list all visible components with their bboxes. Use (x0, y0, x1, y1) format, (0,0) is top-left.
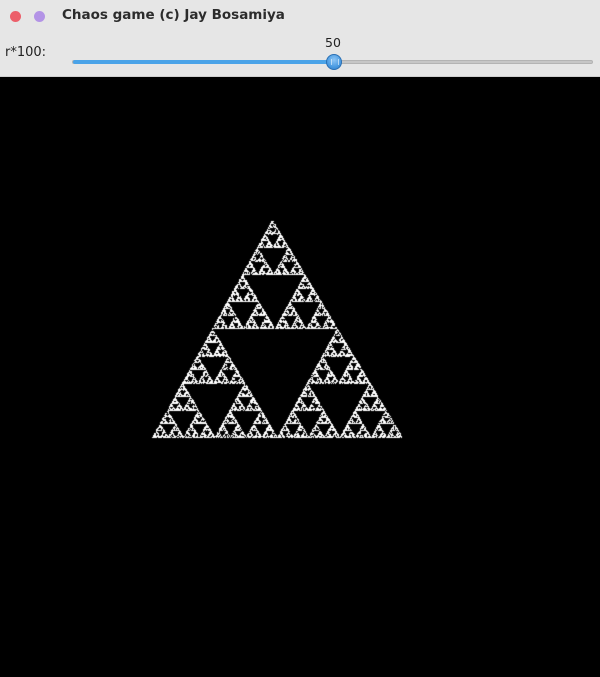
slider-label: r*100: (5, 45, 47, 60)
slider-thumb[interactable] (326, 54, 342, 70)
close-button[interactable] (10, 11, 21, 22)
control-bar: r*100: 50 (0, 33, 600, 77)
slider-value: 50 (325, 35, 341, 50)
r-slider[interactable] (72, 54, 593, 70)
window-title: Chaos game (c) Jay Bosamiya (62, 7, 285, 23)
sierpinski-fractal (0, 77, 600, 677)
slider-fill (73, 60, 334, 64)
chaos-game-canvas (0, 77, 600, 677)
app-window: Chaos game (c) Jay Bosamiya r*100: 50 (0, 0, 600, 677)
title-bar[interactable]: Chaos game (c) Jay Bosamiya (0, 0, 600, 33)
minimize-button[interactable] (34, 11, 45, 22)
